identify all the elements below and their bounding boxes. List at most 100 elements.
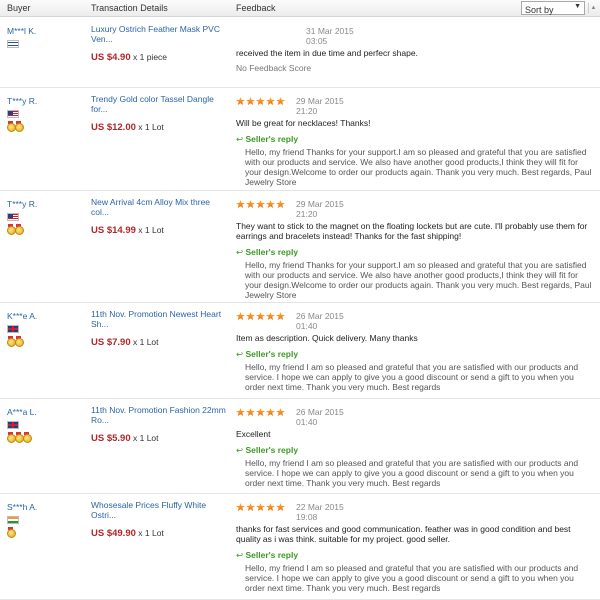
country-flag-icon — [7, 325, 19, 333]
buyer-name-link[interactable]: A***a L. — [7, 407, 77, 417]
feedback-date-time: 01:40 — [296, 321, 318, 331]
product-link[interactable]: Luxury Ostrich Feather Mask PVC Ven... — [91, 24, 227, 44]
feedback-date: 26 Mar 2015 01:40 — [296, 407, 344, 427]
sort-by-select[interactable]: Sort by ▼ — [521, 1, 585, 15]
star-icon — [266, 200, 275, 208]
feedback-row: K***e A. 11th Nov. Promotion Newest Hear… — [0, 303, 600, 399]
seller-reply-text: Hello, my friend Thanks for your support… — [245, 260, 592, 300]
feedback-row: S***h A. Whosesale Prices Fluffy White O… — [0, 494, 600, 600]
feedback-date: 29 Mar 2015 21:20 — [296, 199, 344, 219]
feedback-date: 31 Mar 2015 03:05 — [306, 26, 354, 46]
star-icon — [246, 312, 255, 320]
scroll-up-arrow-icon[interactable]: ▲ — [588, 3, 598, 13]
feedback-cell: 26 Mar 2015 01:40 Excellent Seller's rep… — [236, 407, 592, 488]
star-rating — [236, 200, 286, 210]
feedback-date-day: 29 Mar 2015 — [296, 96, 344, 106]
star-icon — [276, 97, 285, 105]
star-icon — [246, 408, 255, 416]
transaction-cell: Trendy Gold color Tassel Dangle for... U… — [91, 94, 227, 133]
country-flag-icon — [7, 40, 19, 48]
buyer-name-link[interactable]: T***y R. — [7, 96, 77, 106]
transaction-column-header: Transaction Details — [91, 3, 168, 13]
product-link[interactable]: 11th Nov. Promotion Newest Heart Sh... — [91, 309, 227, 329]
star-icon — [276, 503, 285, 511]
country-flag-icon — [7, 213, 19, 221]
seller-reply-label: Seller's reply — [236, 349, 592, 360]
star-icon — [256, 200, 265, 208]
price-line: US $7.90 x 1 Lot — [91, 337, 227, 348]
buyer-name-link[interactable]: T***y R. — [7, 199, 77, 209]
feedback-comment: thanks for fast services and good commun… — [236, 524, 571, 544]
seller-reply-text: Hello, my friend I am so pleased and gra… — [245, 362, 579, 392]
buyer-name-link[interactable]: K***e A. — [7, 311, 77, 321]
feedback-date-time: 19:08 — [296, 512, 318, 522]
product-link[interactable]: Whosesale Prices Fluffy White Ostri... — [91, 500, 227, 520]
medal-icon — [15, 432, 24, 443]
star-icon — [236, 200, 245, 208]
feedback-date-day: 26 Mar 2015 — [296, 407, 344, 417]
feedback-date-time: 03:05 — [306, 36, 328, 46]
price-value: US $5.90 — [91, 433, 131, 444]
buyer-cell: S***h A. — [7, 502, 77, 538]
feedback-date-time: 01:40 — [296, 417, 318, 427]
buyer-medals — [7, 432, 77, 443]
transaction-cell: New Arrival 4cm Alloy Mix three col... U… — [91, 197, 227, 236]
medal-icon — [7, 527, 16, 538]
quantity: x 1 Lot — [138, 528, 164, 538]
feedback-meta: 26 Mar 2015 01:40 — [236, 407, 592, 427]
feedback-date: 26 Mar 2015 01:40 — [296, 311, 344, 331]
feedback-meta: 29 Mar 2015 21:20 — [236, 199, 592, 219]
no-feedback-score: No Feedback Score — [236, 63, 312, 73]
price-value: US $49.90 — [91, 528, 136, 539]
medal-icon — [7, 432, 16, 443]
star-rating — [236, 312, 286, 322]
star-icon — [256, 503, 265, 511]
star-icon — [276, 408, 285, 416]
price-line: US $14.99 x 1 Lot — [91, 225, 227, 236]
buyer-medals — [7, 527, 77, 538]
product-link[interactable]: New Arrival 4cm Alloy Mix three col... — [91, 197, 227, 217]
star-icon — [256, 408, 265, 416]
feedback-comment: Will be great for necklaces! Thanks! — [236, 118, 371, 128]
feedback-meta: 31 Mar 2015 03:05 — [236, 26, 592, 46]
buyer-name-link[interactable]: S***h A. — [7, 502, 77, 512]
feedback-cell: 22 Mar 2015 19:08 thanks for fast servic… — [236, 502, 592, 593]
product-link[interactable]: Trendy Gold color Tassel Dangle for... — [91, 94, 227, 114]
feedback-comment: Item as description. Quick delivery. Man… — [236, 333, 418, 343]
star-rating — [236, 408, 286, 418]
buyer-cell: M***l K. — [7, 26, 77, 51]
medal-icon — [23, 432, 32, 443]
seller-reply-label: Seller's reply — [236, 247, 592, 258]
price-line: US $5.90 x 1 Lot — [91, 433, 227, 444]
star-icon — [246, 200, 255, 208]
medal-icon — [15, 121, 24, 132]
medal-icon — [7, 336, 16, 347]
star-rating — [236, 503, 286, 513]
country-flag-icon — [7, 421, 19, 429]
feedback-date-day: 22 Mar 2015 — [296, 502, 344, 512]
transaction-cell: 11th Nov. Promotion Newest Heart Sh... U… — [91, 309, 227, 348]
price-value: US $7.90 — [91, 337, 131, 348]
star-icon — [236, 503, 245, 511]
feedback-comment: Excellent — [236, 429, 271, 439]
seller-reply-label: Seller's reply — [236, 134, 592, 145]
star-icon — [236, 408, 245, 416]
feedback-comment: They want to stick to the magnet on the … — [236, 221, 588, 241]
feedback-date: 29 Mar 2015 21:20 — [296, 96, 344, 116]
quantity: x 1 piece — [133, 52, 168, 62]
sort-by-label: Sort by — [525, 5, 554, 15]
feedback-row: M***l K. Luxury Ostrich Feather Mask PVC… — [0, 18, 600, 88]
buyer-cell: T***y R. — [7, 96, 77, 132]
star-icon — [266, 312, 275, 320]
seller-reply-text: Hello, my friend I am so pleased and gra… — [245, 563, 579, 593]
feedback-comment: received the item in due time and perfec… — [236, 48, 418, 58]
feedback-meta: 26 Mar 2015 01:40 — [236, 311, 592, 331]
star-icon — [276, 312, 285, 320]
medal-icon — [15, 336, 24, 347]
buyer-name-link[interactable]: M***l K. — [7, 26, 77, 36]
star-icon — [256, 97, 265, 105]
quantity: x 1 Lot — [133, 433, 159, 443]
transaction-cell: Luxury Ostrich Feather Mask PVC Ven... U… — [91, 24, 227, 63]
transaction-cell: 11th Nov. Promotion Fashion 22mm Ro... U… — [91, 405, 227, 444]
product-link[interactable]: 11th Nov. Promotion Fashion 22mm Ro... — [91, 405, 227, 425]
